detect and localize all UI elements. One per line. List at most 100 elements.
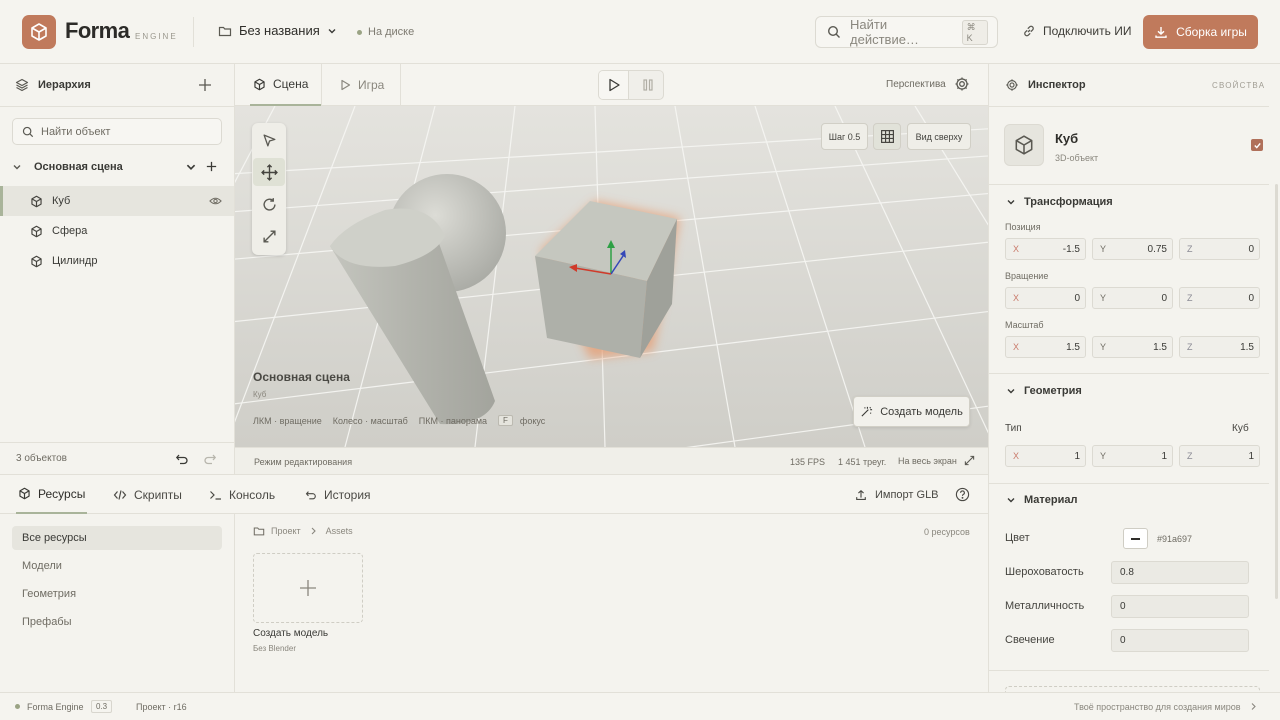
hierarchy-header: Иерархия	[15, 78, 91, 92]
tab-scene[interactable]: Сцена	[250, 64, 321, 106]
engine-name: Forma Engine	[27, 702, 84, 712]
move-tool-icon[interactable]	[253, 158, 285, 186]
tab-console[interactable]: Консоль	[209, 475, 275, 514]
build-game-label: Сборка игры	[1176, 25, 1247, 39]
create-model-tile[interactable]	[253, 553, 363, 623]
snap-step-button[interactable]: Шаг 0.5	[821, 123, 868, 150]
project-selector[interactable]: Без названия	[218, 23, 337, 38]
hierarchy-item-cube[interactable]: Куб	[0, 186, 234, 216]
rotate-tool-icon[interactable]	[253, 190, 285, 218]
shortcut-badge: ⌘ K	[961, 19, 988, 45]
transform-section-header[interactable]: Трансформация	[989, 196, 1269, 208]
emission-field[interactable]: 0	[1111, 629, 1249, 652]
viewport-tabs-bar: Сцена Игра Перспектива	[235, 64, 988, 106]
resource-categories: Все ресурсы Модели Геометрия Префабы	[0, 514, 235, 692]
material-section-header[interactable]: Материал	[989, 494, 1269, 506]
chevron-right-icon	[310, 527, 317, 535]
cube-icon	[1013, 134, 1035, 156]
category-all[interactable]: Все ресурсы	[12, 526, 222, 550]
position-x-field[interactable]: X -1.5	[1005, 238, 1086, 260]
category-geometry[interactable]: Геометрия	[12, 582, 222, 606]
rotation-z-field[interactable]: Z0	[1179, 287, 1260, 309]
perspective-toggle[interactable]: Перспектива	[886, 79, 946, 90]
eye-icon[interactable]	[209, 196, 222, 206]
tab-history[interactable]: История	[305, 475, 371, 514]
section-title: Трансформация	[1024, 196, 1113, 208]
color-label: Цвет	[1005, 532, 1030, 544]
scale-y-field[interactable]: Y 1.5	[1092, 336, 1173, 358]
object-search-input[interactable]: Найти объект	[12, 118, 222, 145]
axis-label: Z	[1187, 244, 1193, 254]
scale-tool-icon[interactable]	[253, 222, 285, 250]
status-dot	[15, 704, 20, 709]
emission-label: Свечение	[1005, 634, 1055, 646]
category-models[interactable]: Модели	[12, 554, 222, 578]
hierarchy-item-cylinder[interactable]: Цилиндр	[0, 246, 234, 276]
geometry-section-header[interactable]: Геометрия	[989, 385, 1269, 397]
category-prefabs[interactable]: Префабы	[12, 610, 222, 634]
undo-icon[interactable]	[175, 452, 189, 466]
help-icon[interactable]	[955, 487, 970, 502]
logo-icon	[22, 15, 56, 49]
triangle-counter: 1 451 треуг.	[838, 457, 887, 467]
play-icon	[340, 79, 351, 91]
redo-icon[interactable]	[203, 452, 217, 466]
rotation-y-field[interactable]: Y0	[1092, 287, 1173, 309]
visible-checkbox[interactable]	[1251, 139, 1263, 151]
version-badge: 0.3	[91, 700, 113, 713]
roughness-label: Шероховатость	[1005, 566, 1084, 578]
scene-collapse-icon[interactable]	[185, 161, 197, 173]
position-y-field[interactable]: Y 0.75	[1092, 238, 1173, 260]
scale-z-field[interactable]: Z 1.5	[1179, 336, 1260, 358]
pause-button[interactable]	[633, 71, 663, 99]
tab-label: Игра	[358, 78, 385, 92]
tab-resources[interactable]: Ресурсы	[16, 475, 88, 514]
hierarchy-item-sphere[interactable]: Сфера	[0, 216, 234, 246]
gear-icon[interactable]	[954, 76, 970, 92]
object-count: 3 объектов	[16, 453, 67, 464]
metalness-field[interactable]: 0	[1111, 595, 1249, 618]
import-glb-button[interactable]: Импорт GLB	[855, 475, 939, 514]
command-search[interactable]: Найти действие… ⌘ K	[815, 16, 998, 48]
field-value: 0	[1248, 243, 1254, 255]
plus-icon	[299, 579, 317, 597]
breadcrumb-project[interactable]: Проект	[271, 526, 301, 536]
build-game-button[interactable]: Сборка игры	[1143, 15, 1258, 49]
inspector-subtitle: СВОЙСТВА	[1212, 81, 1266, 90]
tile-title: Создать модель	[253, 628, 329, 639]
chevron-down-icon	[327, 26, 337, 36]
viewport-hints: ЛКМ · вращение Колесо · масштаб ПКМ · па…	[253, 415, 545, 426]
divider	[989, 106, 1269, 107]
view-top-button[interactable]: Вид сверху	[907, 123, 971, 150]
tab-scripts[interactable]: Скрипты	[113, 475, 182, 514]
chevron-right-icon[interactable]	[1250, 702, 1257, 711]
rotation-x-field[interactable]: X0	[1005, 287, 1086, 309]
field-value: 0	[1074, 292, 1080, 304]
connect-ai-button[interactable]: Подключить ИИ	[1022, 24, 1131, 38]
field-value: 0	[1248, 292, 1254, 304]
object-type: 3D-объект	[1055, 153, 1099, 163]
select-tool-icon[interactable]	[253, 126, 285, 154]
inspector-scrollbar[interactable]	[1275, 184, 1278, 599]
tab-game[interactable]: Игра	[340, 64, 384, 106]
play-button[interactable]	[599, 71, 629, 99]
geometry-z-field[interactable]: Z1	[1179, 445, 1260, 467]
scene-add-icon[interactable]	[205, 160, 218, 173]
geometry-x-field[interactable]: X1	[1005, 445, 1086, 467]
fullscreen-label: На весь экран	[898, 455, 957, 466]
add-object-button[interactable]	[197, 77, 213, 93]
create-model-button[interactable]: Создать модель	[853, 396, 970, 427]
scene-viewport[interactable]: Шаг 0.5 Вид сверху Основная сцена Куб ЛК…	[235, 106, 988, 447]
geometry-y-field[interactable]: Y1	[1092, 445, 1173, 467]
scene-row[interactable]: Основная сцена	[0, 152, 234, 182]
position-z-field[interactable]: Z0	[1179, 238, 1260, 260]
tab-label: Скрипты	[134, 487, 182, 502]
project-name: Без названия	[239, 23, 320, 38]
axis-label: Z	[1187, 342, 1193, 352]
breadcrumb-assets[interactable]: Assets	[326, 526, 353, 536]
fullscreen-button[interactable]: На весь экран	[898, 455, 975, 466]
grid-toggle[interactable]	[873, 123, 901, 150]
scale-x-field[interactable]: X 1.5	[1005, 336, 1086, 358]
color-swatch[interactable]	[1123, 528, 1148, 549]
roughness-field[interactable]: 0.8	[1111, 561, 1249, 584]
